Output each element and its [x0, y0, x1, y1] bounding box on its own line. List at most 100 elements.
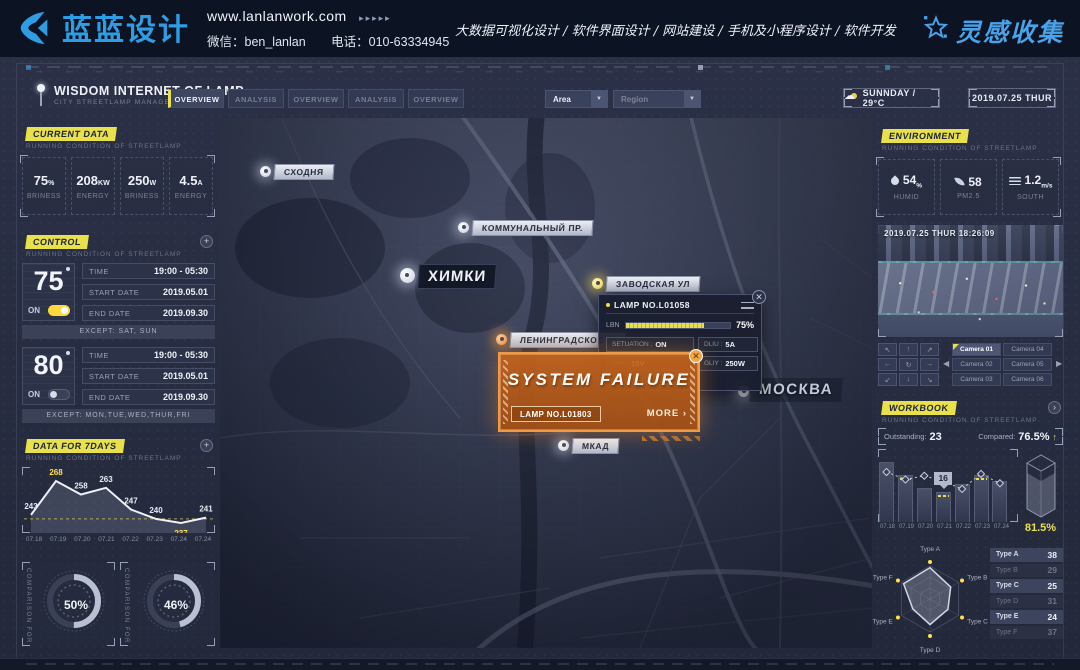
schedule-row[interactable]: START DATE2019.05.01: [82, 368, 215, 384]
pan-up-button[interactable]: ↑: [899, 343, 918, 356]
week-x-label: 07.23: [143, 536, 167, 543]
week-add-button[interactable]: +: [200, 439, 213, 452]
camera-button-camera-04[interactable]: Camera 04: [1003, 343, 1052, 356]
close-icon[interactable]: ✕: [689, 349, 703, 363]
workbook-bar[interactable]: [917, 488, 932, 522]
radar-row[interactable]: Type D31: [990, 595, 1063, 609]
more-button[interactable]: MORE ›: [647, 408, 687, 419]
refresh-button[interactable]: ↻: [899, 358, 918, 371]
radar-row[interactable]: Type B29: [990, 564, 1063, 578]
tab-overview-0[interactable]: OVERVIEW: [168, 89, 224, 108]
services-list: 大数据可视化设计 / 软件界面设计 / 网站建设 / 手机及小程序设计 / 软件…: [455, 20, 905, 39]
workbook-x-label: 07.18: [878, 524, 897, 530]
pan-down-button[interactable]: ↓: [899, 373, 918, 386]
camera-controls: ↖↑↗←↻→↙↓↘ ◀ Camera 01Camera 02Camera 03C…: [878, 343, 1063, 388]
lamp-pin[interactable]: [458, 222, 469, 233]
week-chart: 243268258263247240237241: [22, 467, 215, 533]
wechat-contact: 微信：ben_lanlan: [207, 35, 306, 49]
outstanding-value: 23: [930, 431, 942, 443]
workbook-bar[interactable]: [936, 492, 951, 522]
phone-contact: 电话：010-63334945: [331, 35, 449, 49]
pan-right-button[interactable]: →: [920, 358, 939, 371]
workbook-x-label: 07.21: [935, 524, 954, 530]
region-select[interactable]: Region ▼: [613, 90, 701, 108]
schedule-row[interactable]: END DATE2019.09.30: [82, 389, 215, 405]
map-label-khimki[interactable]: ХИМКИ: [417, 264, 497, 289]
tab-analysis-1[interactable]: ANALYSIS: [228, 89, 284, 108]
camera-buttons: Camera 01 Camera 02 Camera 03 Camera 04 Came…: [952, 343, 1052, 386]
weather-widget: SUNNDAY / 29°C: [843, 88, 940, 108]
compared-label: Compared:: [978, 432, 1015, 441]
workbook-bar[interactable]: [955, 484, 970, 522]
camera-prev-icon[interactable]: ◀: [943, 359, 949, 368]
workbook-bar[interactable]: [898, 475, 913, 522]
schedule-row[interactable]: TIME19:00 - 05:30: [82, 263, 215, 279]
weather-cloud-icon: [844, 93, 858, 103]
camera-next-icon[interactable]: ▶: [1056, 359, 1062, 368]
pan-down-right-button[interactable]: ↘: [920, 373, 939, 386]
lamp-pin-warning[interactable]: [592, 278, 603, 289]
camera-button-camera-01[interactable]: Camera 01: [952, 343, 1001, 356]
env-stat-box: 1.2m/sSOUTH: [1002, 159, 1059, 215]
system-failure-alert: ✕ SYSTEM FAILURE LAMP NO.L01803 MORE ›: [498, 352, 700, 432]
radar-row[interactable]: Type F37: [990, 626, 1063, 640]
website-link[interactable]: www.lanlanwork.com: [207, 8, 347, 24]
svg-text:Type F: Type F: [873, 575, 893, 582]
close-icon[interactable]: ✕: [752, 290, 766, 304]
svg-text:243: 243: [24, 502, 38, 511]
map-label-zavodskaya[interactable]: ЗАВОДСКАЯ УЛ: [605, 276, 700, 292]
map-label-mkad[interactable]: МКАД: [571, 438, 619, 454]
workbook-bar[interactable]: [974, 475, 989, 522]
pan-left-button[interactable]: ←: [878, 358, 897, 371]
tab-analysis-3[interactable]: ANALYSIS: [348, 89, 404, 108]
workbook-bar[interactable]: [879, 462, 894, 522]
power-toggle-0[interactable]: [48, 305, 70, 316]
current-data-stats: 75%BRINESS208KWENERGY250WBRINESS4.5AENER…: [20, 155, 215, 217]
lamp-pin[interactable]: [558, 440, 569, 451]
area-select[interactable]: Area ▼: [545, 90, 608, 108]
schedule-row[interactable]: START DATE2019.05.01: [82, 284, 215, 300]
radar-chart: Type AType BType CType DType EType F: [878, 545, 990, 655]
radar-row[interactable]: Type E24: [990, 610, 1063, 624]
map-label-moskva[interactable]: МОСКВА: [749, 378, 843, 402]
schedule-row[interactable]: END DATE2019.09.30: [82, 305, 215, 321]
tab-overview-4[interactable]: OVERVIEW: [408, 89, 464, 108]
arrows-decoration: ▸▸▸▸▸: [359, 13, 392, 23]
workbook-x-label: 07.23: [973, 524, 992, 530]
control-tag: CONTROL: [25, 235, 89, 249]
week-x-label: 07.24: [191, 536, 215, 543]
logo-text: 蓝蓝设计: [62, 12, 190, 50]
lamp-pin[interactable]: [260, 166, 271, 177]
humidity-drop-icon: [889, 176, 900, 187]
control-add-button[interactable]: +: [200, 235, 213, 248]
workbook-x-label: 07.22: [954, 524, 973, 530]
workbook-tag: WORKBOOK: [881, 401, 956, 415]
brightness-level-box: 75 ON: [22, 263, 75, 321]
inspiration-collect[interactable]: 灵感收集: [923, 13, 1064, 49]
city-map[interactable]: СХОДНЯ КОММУНАЛЬНЫЙ ПР. ХИМКИ ЗАВОДСКАЯ …: [220, 118, 872, 648]
camera-button-camera-03[interactable]: Camera 03: [952, 373, 1001, 386]
workbook-more-button[interactable]: ›: [1048, 401, 1061, 414]
date-widget: 2019.07.25 THUR: [968, 88, 1056, 108]
pan-up-right-button[interactable]: ↗: [920, 343, 939, 356]
workbook-bar[interactable]: [992, 481, 1007, 522]
schedule-row[interactable]: TIME19:00 - 05:30: [82, 347, 215, 363]
tab-overview-2[interactable]: OVERVIEW: [288, 89, 344, 108]
lamp-id: LAMP NO.L01058: [614, 300, 737, 310]
camera-button-camera-02[interactable]: Camera 02: [952, 358, 1001, 371]
settings-sliders-icon[interactable]: [741, 301, 754, 310]
camera-feed[interactable]: 2019.07.25 THUR 18:26:09: [878, 225, 1063, 337]
radar-row[interactable]: Type C25: [990, 579, 1063, 593]
lamp-pin-failure[interactable]: [496, 334, 507, 345]
radar-row[interactable]: Type A38: [990, 548, 1063, 562]
map-label-kommunalny[interactable]: КОММУНАЛЬНЫЙ ПР.: [471, 220, 593, 236]
lamp-pin[interactable]: [400, 268, 415, 283]
power-toggle-1[interactable]: [48, 389, 70, 400]
pan-down-left-button[interactable]: ↙: [878, 373, 897, 386]
stat-box: 75%BRINESS: [22, 157, 66, 215]
map-label-skhodnya[interactable]: СХОДНЯ: [273, 164, 334, 180]
deco-square: [698, 65, 703, 70]
camera-button-camera-05[interactable]: Camera 05: [1003, 358, 1052, 371]
camera-button-camera-06[interactable]: Camera 06: [1003, 373, 1052, 386]
pan-up-left-button[interactable]: ↖: [878, 343, 897, 356]
